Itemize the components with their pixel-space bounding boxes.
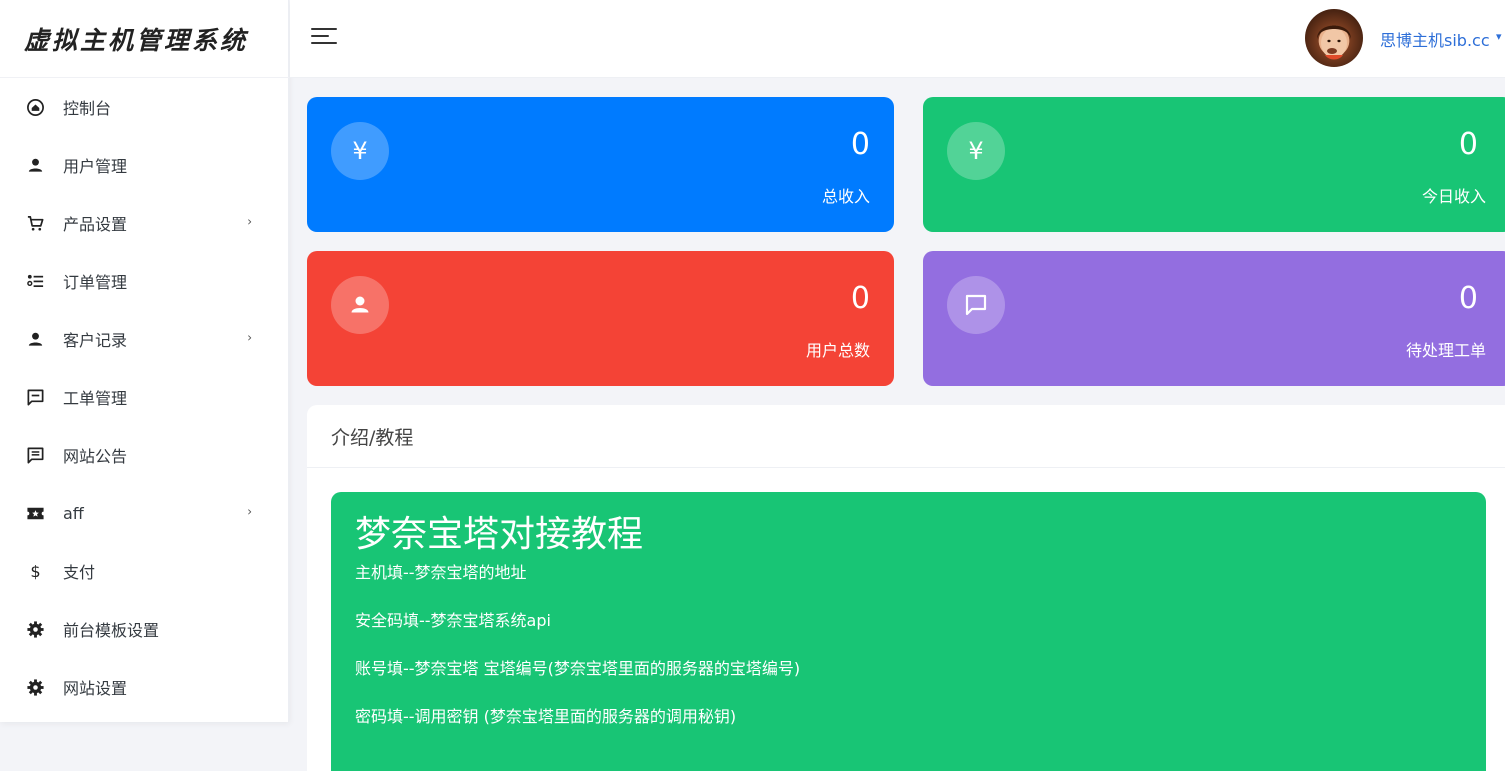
sidebar-menu: 控制台 用户管理 产品设置 › 订单管理 客户记录 › 工单管理 网站公告 af… [0, 78, 288, 716]
stat-value: 0 [850, 281, 870, 316]
sidebar-item-label: 前台模板设置 [63, 621, 160, 640]
sidebar-item-frontend-template[interactable]: 前台模板设置 [0, 600, 288, 658]
menu-toggle-icon[interactable] [311, 26, 337, 46]
sidebar-item-label: 工单管理 [63, 389, 128, 408]
sidebar-item-orders[interactable]: 订单管理 [0, 252, 288, 310]
sidebar: 虚拟主机管理系统 控制台 用户管理 产品设置 › 订单管理 客户记录 › 工单管… [0, 0, 289, 722]
stat-card-today-income: ¥ 0 今日收入 [923, 97, 1505, 232]
dollar-icon: $ [25, 561, 45, 581]
brand-title: 虚拟主机管理系统 [0, 0, 289, 78]
sidebar-item-aff[interactable]: aff › [0, 484, 288, 542]
sidebar-item-site-settings[interactable]: 网站设置 [0, 658, 288, 716]
sidebar-item-label: 控制台 [63, 99, 112, 118]
tutorial-line: 安全码填--梦奈宝塔系统api [355, 611, 551, 631]
tutorial-line: 密码填--调用密钥 (梦奈宝塔里面的服务器的调用秘钥) [355, 707, 737, 727]
list-icon [25, 271, 45, 291]
user-icon [25, 155, 45, 175]
cart-icon [25, 213, 45, 233]
sidebar-item-dashboard[interactable]: 控制台 [0, 78, 288, 136]
tutorial-title: 梦奈宝塔对接教程 [355, 514, 644, 555]
stat-card-total-users: 0 用户总数 [307, 251, 894, 386]
stat-value: 0 [1458, 281, 1478, 316]
chevron-right-icon: › [247, 330, 252, 345]
sidebar-item-label: 网站公告 [63, 447, 128, 466]
sidebar-item-announcements[interactable]: 网站公告 [0, 426, 288, 484]
panel-title: 介绍/教程 [307, 405, 1505, 468]
user-icon [25, 329, 45, 349]
stat-value: 0 [850, 127, 870, 162]
chevron-down-icon[interactable]: ▾ [1496, 30, 1502, 43]
sidebar-item-users[interactable]: 用户管理 [0, 136, 288, 194]
home-icon [25, 97, 45, 117]
tutorial-card: 梦奈宝塔对接教程 主机填--梦奈宝塔的地址 安全码填--梦奈宝塔系统api 账号… [331, 492, 1486, 771]
yuan-icon: ¥ [947, 122, 1005, 180]
chevron-right-icon: › [247, 504, 252, 519]
chevron-right-icon: › [247, 214, 252, 229]
stat-label: 总收入 [821, 187, 870, 206]
sidebar-item-tickets[interactable]: 工单管理 [0, 368, 288, 426]
stat-label: 今日收入 [1421, 187, 1486, 206]
tutorial-line: 账号填--梦奈宝塔 宝塔编号(梦奈宝塔里面的服务器的宝塔编号) [355, 659, 801, 679]
stat-value: 0 [1458, 127, 1478, 162]
stat-card-pending-tickets: 0 待处理工单 [923, 251, 1505, 386]
sidebar-item-label: 网站设置 [63, 679, 128, 698]
user-menu-name[interactable]: 思博主机sib.cc [1380, 27, 1490, 51]
announcement-icon [25, 445, 45, 465]
sidebar-item-label: 订单管理 [63, 273, 128, 292]
sidebar-item-label: 产品设置 [63, 215, 128, 234]
sidebar-item-customer-records[interactable]: 客户记录 › [0, 310, 288, 368]
stat-card-total-income: ¥ 0 总收入 [307, 97, 894, 232]
stat-label: 待处理工单 [1405, 341, 1486, 360]
sidebar-item-label: aff [63, 503, 84, 523]
svg-text:$: $ [30, 562, 40, 581]
gear-icon [25, 677, 45, 697]
ticket-message-icon [25, 387, 45, 407]
avatar[interactable] [1305, 9, 1363, 67]
sidebar-item-label: 支付 [63, 563, 96, 582]
sidebar-item-label: 客户记录 [63, 331, 128, 350]
sidebar-item-label: 用户管理 [63, 157, 128, 176]
ticket-icon [25, 503, 45, 523]
message-icon [947, 276, 1005, 334]
tutorial-line: 主机填--梦奈宝塔的地址 [355, 563, 527, 583]
intro-panel: 介绍/教程 梦奈宝塔对接教程 主机填--梦奈宝塔的地址 安全码填--梦奈宝塔系统… [307, 405, 1505, 771]
stat-label: 用户总数 [805, 341, 870, 360]
yuan-icon: ¥ [331, 122, 389, 180]
sidebar-item-products[interactable]: 产品设置 › [0, 194, 288, 252]
user-icon [331, 276, 389, 334]
topbar: 思博主机sib.cc ▾ [290, 0, 1505, 78]
sidebar-item-payment[interactable]: $ 支付 [0, 542, 288, 600]
gear-icon [25, 619, 45, 639]
